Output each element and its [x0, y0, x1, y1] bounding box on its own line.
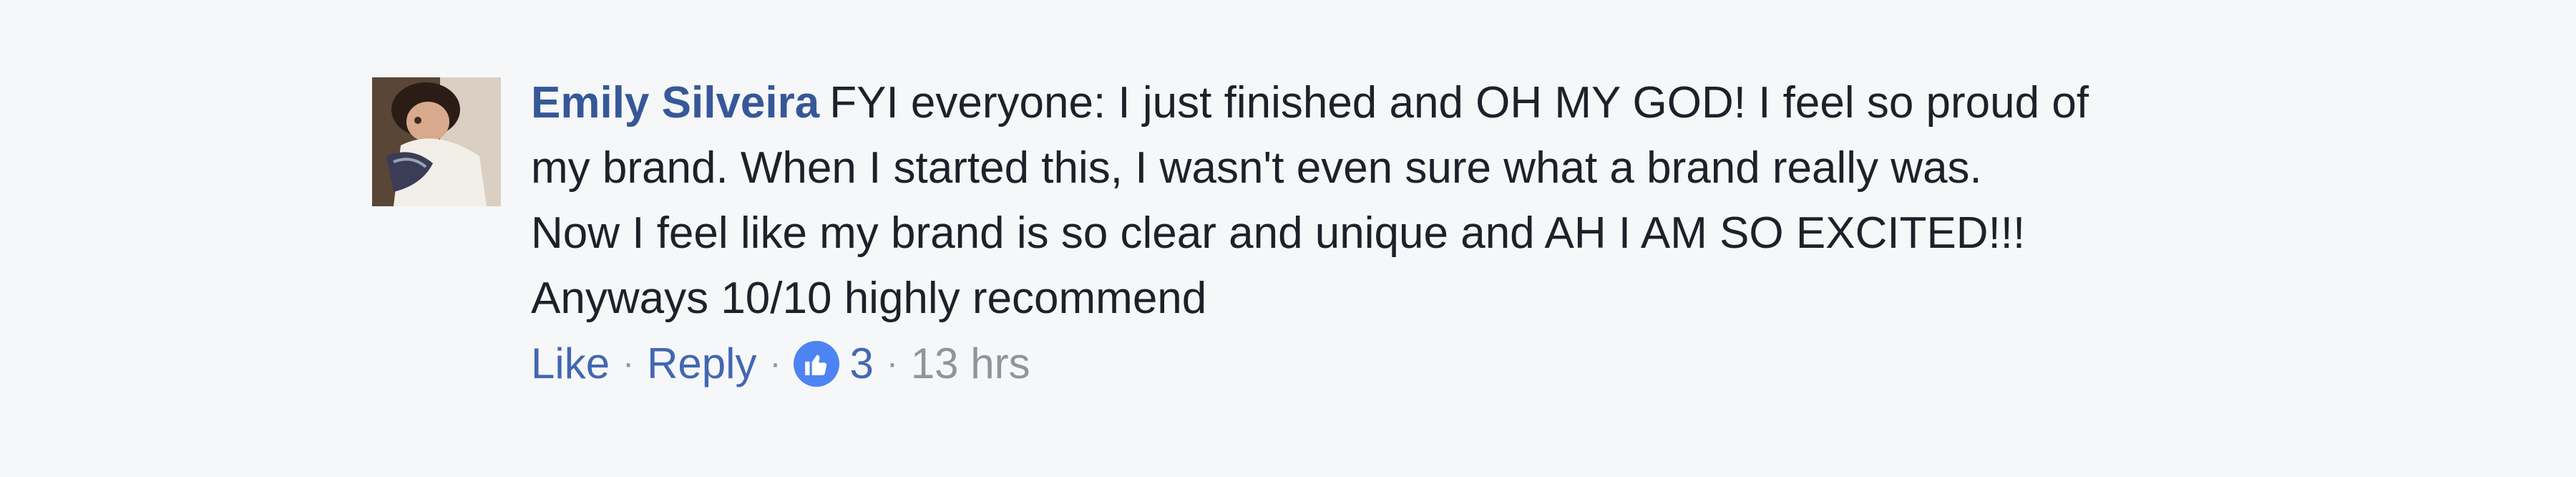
reaction-count[interactable]: 3: [849, 335, 873, 392]
comment-line-4: Anyways 10/10 highly recommend: [531, 274, 1207, 323]
comment-text: Emily Silveira FYI everyone: I just finis…: [531, 70, 2233, 331]
comment-line-2: my brand. When I started this, I wasn't …: [531, 143, 1982, 193]
comment: Emily Silveira FYI everyone: I just finis…: [372, 77, 2233, 392]
comment-body: Emily Silveira FYI everyone: I just finis…: [531, 77, 2233, 392]
author-name[interactable]: Emily Silveira: [531, 78, 819, 127]
thumbs-up-icon[interactable]: [794, 341, 840, 387]
like-link[interactable]: Like: [531, 335, 610, 392]
separator: ·: [769, 344, 781, 382]
reply-link[interactable]: Reply: [647, 335, 756, 392]
separator: ·: [886, 344, 898, 382]
timestamp[interactable]: 13 hrs: [911, 335, 1030, 392]
comment-actions: Like · Reply · 3 · 13 hrs: [531, 335, 2233, 392]
comment-line-1: FYI everyone: I just finished and OH MY …: [829, 78, 2089, 127]
comment-line-3: Now I feel like my brand is so clear and…: [531, 208, 2026, 258]
avatar-image: [372, 77, 501, 206]
thumbs-up-glyph: [805, 355, 827, 375]
separator: ·: [623, 344, 635, 382]
avatar[interactable]: [372, 77, 501, 206]
